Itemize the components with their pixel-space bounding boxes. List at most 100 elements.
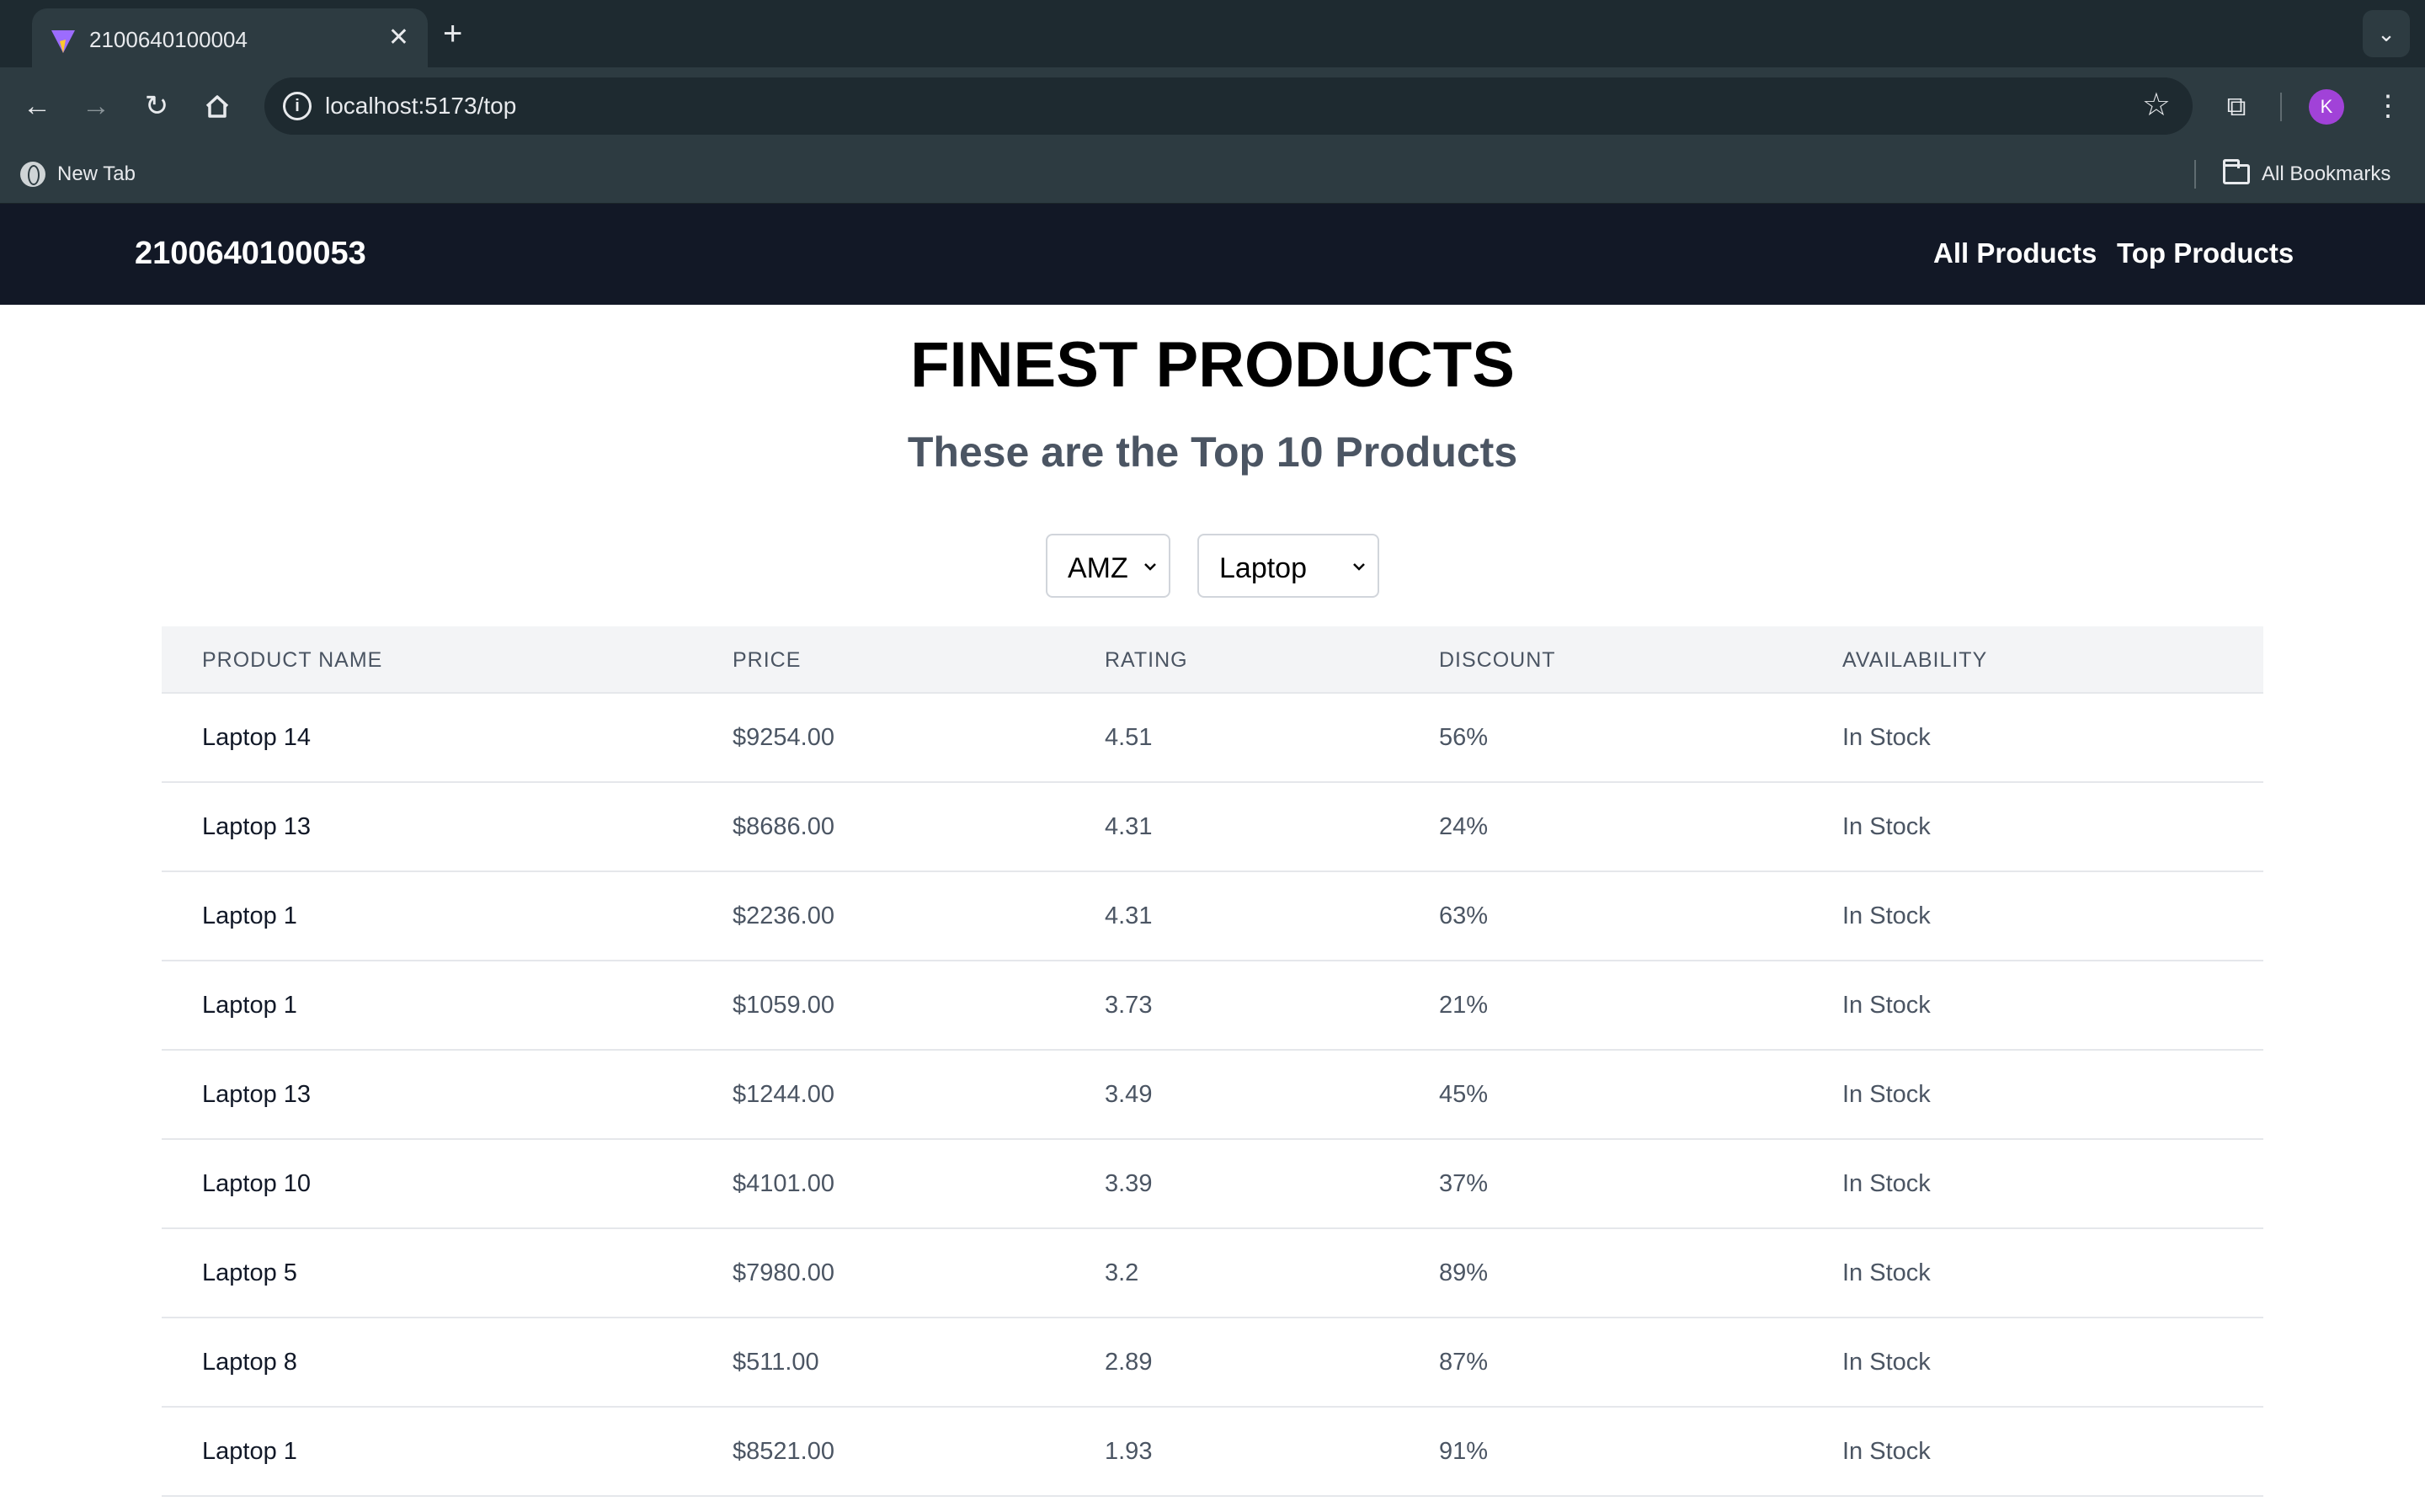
cell-availability: In Stock	[1842, 724, 1931, 751]
products-table: PRODUCT NAME PRICE RATING DISCOUNT AVAIL…	[162, 626, 2263, 1497]
browser-toolbar: ← → ↻ i localhost:5173/top ☆ ⧉ K ⋮	[0, 67, 2425, 145]
page-subtitle: These are the Top 10 Products	[907, 429, 1518, 476]
cell-availability: In Stock	[1842, 1170, 1931, 1197]
cell-discount: 45%	[1439, 1081, 1489, 1108]
cell-price: $7980.00	[733, 1259, 834, 1286]
home-icon[interactable]	[197, 86, 237, 126]
cell-rating: 2.89	[1105, 1349, 1153, 1376]
site-info-icon[interactable]: i	[283, 92, 312, 120]
address-bar[interactable]: i localhost:5173/top ☆	[264, 77, 2193, 135]
back-arrow-icon[interactable]: ←	[17, 86, 57, 126]
all-bookmarks-button[interactable]: All Bookmarks	[2223, 159, 2391, 189]
cell-product-name: Laptop 1	[202, 992, 297, 1019]
category-select-value: Laptop	[1219, 552, 1307, 584]
cell-availability: In Stock	[1842, 1259, 1931, 1286]
browser-menu-icon[interactable]: ⋮	[2373, 86, 2403, 126]
cell-price: $8521.00	[733, 1438, 834, 1465]
cell-discount: 89%	[1439, 1259, 1489, 1286]
company-select-value: AMZ	[1068, 552, 1128, 584]
tab-title: 2100640100004	[89, 27, 248, 52]
folder-icon	[2223, 159, 2250, 184]
nav-link-all-products[interactable]: All Products	[1933, 237, 2097, 269]
cell-rating: 1.93	[1105, 1438, 1153, 1465]
globe-icon	[20, 162, 45, 187]
cell-availability: In Stock	[1842, 992, 1931, 1019]
reload-icon[interactable]: ↻	[136, 86, 177, 126]
toolbar-divider	[2280, 93, 2282, 121]
table-header: PRODUCT NAME PRICE RATING DISCOUNT AVAIL…	[162, 626, 2263, 694]
cell-discount: 56%	[1439, 724, 1489, 751]
cell-availability: In Stock	[1842, 813, 1931, 840]
cell-product-name: Laptop 5	[202, 1259, 297, 1286]
cell-rating: 4.31	[1105, 813, 1153, 840]
cell-product-name: Laptop 1	[202, 1438, 297, 1465]
cell-availability: In Stock	[1842, 1438, 1931, 1465]
tab-search-chevron-icon[interactable]: ⌄	[2363, 10, 2410, 57]
cell-product-name: Laptop 13	[202, 813, 312, 840]
company-select[interactable]: AMZ	[1046, 534, 1170, 598]
header-discount: DISCOUNT	[1439, 648, 1556, 672]
brand-title[interactable]: 2100640100053	[135, 236, 366, 272]
cell-rating: 3.2	[1105, 1259, 1139, 1286]
tab-close-icon[interactable]: ✕	[388, 24, 409, 52]
cell-price: $2236.00	[733, 902, 834, 929]
bookmarks-bar: New Tab All Bookmarks	[0, 145, 2425, 204]
extensions-puzzle-icon[interactable]: ⧉	[2216, 86, 2257, 126]
table-row: Laptop 10 $4101.00 3.39 37% In Stock	[162, 1140, 2263, 1229]
cell-product-name: Laptop 14	[202, 724, 312, 751]
cell-discount: 24%	[1439, 813, 1489, 840]
cell-price: $8686.00	[733, 813, 834, 840]
header-rating: RATING	[1105, 648, 1188, 672]
cell-price: $4101.00	[733, 1170, 834, 1197]
table-row: Laptop 8 $511.00 2.89 87% In Stock	[162, 1318, 2263, 1408]
cell-rating: 4.51	[1105, 724, 1153, 751]
chevron-down-icon	[1144, 563, 1156, 571]
page-title: FINEST PRODUCTS	[910, 329, 1515, 401]
forward-arrow-icon[interactable]: →	[76, 86, 116, 126]
cell-price: $9254.00	[733, 724, 834, 751]
new-tab-icon[interactable]: +	[443, 15, 462, 52]
cell-product-name: Laptop 13	[202, 1081, 312, 1108]
cell-product-name: Laptop 10	[202, 1170, 312, 1197]
cell-price: $1244.00	[733, 1081, 834, 1108]
bookmark-star-icon[interactable]: ☆	[2142, 86, 2171, 124]
cell-price: $511.00	[733, 1349, 819, 1376]
cell-discount: 37%	[1439, 1170, 1489, 1197]
url-text[interactable]: localhost:5173/top	[325, 93, 516, 120]
bookmark-new-tab[interactable]: New Tab	[20, 160, 136, 189]
cell-product-name: Laptop 1	[202, 902, 297, 929]
header-availability: AVAILABILITY	[1842, 648, 1988, 672]
cell-discount: 63%	[1439, 902, 1489, 929]
table-row: Laptop 1 $8521.00 1.93 91% In Stock	[162, 1408, 2263, 1497]
all-bookmarks-label: All Bookmarks	[2262, 162, 2391, 185]
profile-avatar[interactable]: K	[2309, 89, 2344, 125]
table-body: Laptop 14 $9254.00 4.51 56% In Stock Laptop 1…	[162, 694, 2263, 1497]
cell-rating: 4.31	[1105, 902, 1153, 929]
bookmark-label: New Tab	[57, 162, 136, 185]
cell-availability: In Stock	[1842, 902, 1931, 929]
cell-rating: 3.49	[1105, 1081, 1153, 1108]
cell-product-name: Laptop 8	[202, 1349, 297, 1376]
table-row: Laptop 14 $9254.00 4.51 56% In Stock	[162, 694, 2263, 783]
browser-tabstrip: 2100640100004 ✕ + ⌄	[0, 0, 2425, 67]
cell-rating: 3.39	[1105, 1170, 1153, 1197]
vite-favicon-icon	[51, 30, 75, 53]
chevron-down-icon	[1353, 563, 1365, 571]
nav-link-top-products[interactable]: Top Products	[2117, 237, 2294, 269]
category-select[interactable]: Laptop	[1197, 534, 1379, 598]
table-row: Laptop 13 $1244.00 3.49 45% In Stock	[162, 1051, 2263, 1140]
cell-price: $1059.00	[733, 992, 834, 1019]
browser-tab[interactable]: 2100640100004 ✕	[32, 8, 428, 67]
header-product-name: PRODUCT NAME	[202, 648, 383, 672]
table-row: Laptop 5 $7980.00 3.2 89% In Stock	[162, 1229, 2263, 1318]
table-row: Laptop 1 $2236.00 4.31 63% In Stock	[162, 872, 2263, 961]
cell-availability: In Stock	[1842, 1349, 1931, 1376]
bookmarks-divider	[2194, 160, 2196, 189]
header-price: PRICE	[733, 648, 802, 672]
cell-availability: In Stock	[1842, 1081, 1931, 1108]
table-row: Laptop 13 $8686.00 4.31 24% In Stock	[162, 783, 2263, 872]
cell-discount: 91%	[1439, 1438, 1489, 1465]
app-navbar: 2100640100053 All Products Top Products	[0, 204, 2425, 305]
cell-rating: 3.73	[1105, 992, 1153, 1019]
cell-discount: 21%	[1439, 992, 1489, 1019]
